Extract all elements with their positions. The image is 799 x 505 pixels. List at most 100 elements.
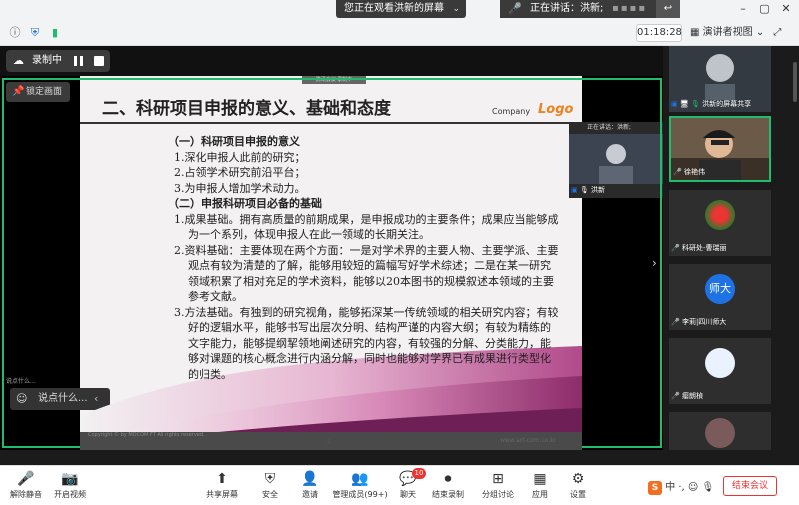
pin-icon: 📌 xyxy=(12,86,25,97)
participant-name-text: 李莉|四川师大 xyxy=(681,318,727,326)
logo: Logo xyxy=(538,102,574,117)
list-item: 3.为申报人增加学术动力。 xyxy=(174,181,306,195)
title-bar: 您正在观看洪新的屏幕 ⌄ 🎤 正在讲话：洪新; ▪▪▪▪ ↩ – ▢ ✕ xyxy=(0,0,799,20)
close-icon[interactable]: ✕ xyxy=(777,2,795,15)
meeting-info-bar: ⓘ ⛨ ▮ 01:18:28 ▦ 演讲者视图 ⌄ ⤢ xyxy=(0,20,799,46)
participant-name: 🎤 瘿朗楨 xyxy=(671,391,703,402)
signal-icon: ▮ xyxy=(51,26,59,39)
slide-page-number: 5 xyxy=(327,439,331,446)
invite-label: 邀请 xyxy=(302,490,318,499)
stop-recording-label: 结束录制 xyxy=(432,490,464,499)
participant-name-text: 徐艳伟 xyxy=(683,168,705,176)
share-screen-button[interactable]: ⬆ 共享屏幕 xyxy=(196,469,248,501)
participant-tile[interactable]: 🎤 瘿朗楨 xyxy=(669,338,771,404)
ime-toolbar[interactable]: S 中 ·, ☺ 🎙 xyxy=(648,478,714,495)
mini-speaker-name: ▣ 🎙 洪新 xyxy=(571,184,605,196)
recording-label: 录制中 xyxy=(32,55,62,66)
meeting-timer: 01:18:28 xyxy=(636,24,682,42)
participant-name-text: 瘿朗楨 xyxy=(681,392,703,400)
settings-button[interactable]: ⚙ 设置 xyxy=(552,469,604,501)
meeting-window: 您正在观看洪新的屏幕 ⌄ 🎤 正在讲话：洪新; ▪▪▪▪ ↩ – ▢ ✕ ⓘ ⛨… xyxy=(0,0,799,505)
maximize-icon[interactable]: ▢ xyxy=(756,2,774,15)
punctuation-icon: ·, xyxy=(678,482,685,493)
recording-pill: ☁ 录制中 xyxy=(6,50,110,72)
manage-members-label: 管理成员(99+) xyxy=(332,490,388,499)
avatar: 师大 xyxy=(705,274,735,304)
participant-tile[interactable]: ▣ 🖥 🎙 洪新的屏幕共享 xyxy=(669,46,771,112)
stop-recording-button[interactable]: ⏺ 结束录制 xyxy=(422,469,474,501)
fullscreen-icon[interactable]: ⤢ xyxy=(773,27,781,38)
list-item: 3.方法基础。有独到的研究视角，能够拓深某一传统领域的相关研究内容；有较好的逻辑… xyxy=(174,305,559,381)
list-item: 1.成果基础。拥有高质量的前期成果，是申报成功的主要条件；成果应当能够成为一个系… xyxy=(174,212,559,242)
participant-tile[interactable]: 🎤 科研处-曹瑞丽 xyxy=(669,190,771,256)
avatar xyxy=(705,348,735,378)
shared-screen: 腾讯会议 录制中 二、科研项目申报的意义、基础和态度 Company Logo xyxy=(0,76,663,450)
manage-members-button[interactable]: 👥 管理成员(99+) xyxy=(330,469,390,501)
slide-top-tag: 腾讯会议 录制中 xyxy=(302,76,366,84)
mic-muted-icon: 🎤 xyxy=(671,318,680,326)
company-text: Company xyxy=(492,107,531,116)
user-icon: ▣ xyxy=(671,100,678,108)
mini-speaker-name-text: 洪新 xyxy=(590,186,605,194)
avatar xyxy=(705,200,735,230)
participant-tile[interactable]: 师大 🎤 李莉|四川师大 xyxy=(669,264,771,330)
list-item: 1.深化申报人此前的研究； xyxy=(174,150,306,164)
mini-speaker-video[interactable]: 正在讲话：洪新; ▣ 🎙 洪新 xyxy=(569,122,663,198)
avatar xyxy=(705,418,735,448)
grid-icon: ▦ xyxy=(690,27,700,38)
stop-record-icon: ⏺ xyxy=(444,471,452,487)
invite-button[interactable]: 👤 邀请 xyxy=(284,469,336,501)
user-icon: ▣ xyxy=(571,186,578,194)
title-divider xyxy=(80,122,582,124)
participant-tile[interactable]: 🎤 徐艳伟 xyxy=(669,116,771,182)
chat-preview: 说点什么... xyxy=(6,378,36,385)
start-video-button[interactable]: 📷 开启视频 xyxy=(44,469,96,501)
chevron-right-icon[interactable]: › xyxy=(652,256,657,270)
share-screen-label: 共享屏幕 xyxy=(206,490,238,499)
share-screen-icon: ⬆ xyxy=(216,471,228,487)
mic-icon: 🎤 xyxy=(508,2,522,15)
window-controls: – ▢ ✕ xyxy=(734,2,795,15)
slide-url: www.art-com.co.kr xyxy=(500,437,557,444)
landscape-image xyxy=(569,134,663,184)
viewing-banner[interactable]: 您正在观看洪新的屏幕 ⌄ xyxy=(336,0,466,18)
stop-icon[interactable] xyxy=(94,56,104,66)
start-video-label: 开启视频 xyxy=(54,490,86,499)
sogou-icon: S xyxy=(648,481,662,495)
end-meeting-button[interactable]: 结束会议 xyxy=(723,476,777,496)
participants-panel: ▣ 🖥 🎙 洪新的屏幕共享 🎤 徐艳伟 🎤 科研处-曹瑞丽 师大 🎤 李莉|四川… xyxy=(663,46,799,450)
mic-muted-icon: 🎤 xyxy=(673,168,682,176)
presenter-view-label: 演讲者视图 xyxy=(702,27,753,38)
presenter-view-button[interactable]: ▦ 演讲者视图 ⌄ ⤢ xyxy=(690,24,781,42)
lock-view-button[interactable]: 📌 锁定画面 xyxy=(6,82,70,102)
slide-title: 二、科研项目申报的意义、基础和态度 xyxy=(102,99,391,119)
viewing-banner-text: 您正在观看洪新的屏幕 xyxy=(344,3,444,14)
participant-tile[interactable] xyxy=(669,412,771,450)
scrollbar[interactable] xyxy=(793,62,797,102)
mic-icon: 🎙 xyxy=(701,482,715,493)
screen-share-icon: 🖥 xyxy=(679,100,689,108)
invite-icon: 👤 xyxy=(301,471,319,487)
mini-speaker-feed xyxy=(569,134,663,184)
mic-muted-icon: 🎤 xyxy=(671,392,680,400)
mic-icon: 🎙 xyxy=(690,100,700,108)
chevron-down-icon[interactable]: ⌄ xyxy=(452,0,460,18)
return-icon[interactable]: ↩ xyxy=(656,0,680,18)
info-icon[interactable]: ⓘ xyxy=(8,26,22,40)
minimize-icon[interactable]: – xyxy=(734,2,752,15)
slide-copyright: Copyright © by MOCOM FT All rights reser… xyxy=(88,432,205,438)
pause-icon[interactable] xyxy=(74,56,83,66)
mini-speaker-header: 正在讲话：洪新; xyxy=(587,124,632,131)
emoji-icon: ☺ xyxy=(687,482,699,493)
mic-icon: 🎙 xyxy=(579,186,589,194)
members-icon: 👥 xyxy=(351,471,369,487)
shield-icon[interactable]: ⛨ xyxy=(28,26,42,40)
recording-bar: ☁ 录制中 xyxy=(0,46,663,76)
speaking-text: 正在讲话：洪新; xyxy=(530,3,604,14)
mic-muted-icon: 🎤 xyxy=(671,244,680,252)
ime-lang: 中 xyxy=(665,482,676,493)
section-heading: （二）申报科研项目必备的基础 xyxy=(168,197,322,210)
emoji-icon[interactable]: ☺ xyxy=(16,388,27,410)
settings-label: 设置 xyxy=(570,490,586,499)
camera-off-icon: 📷 xyxy=(61,471,79,487)
